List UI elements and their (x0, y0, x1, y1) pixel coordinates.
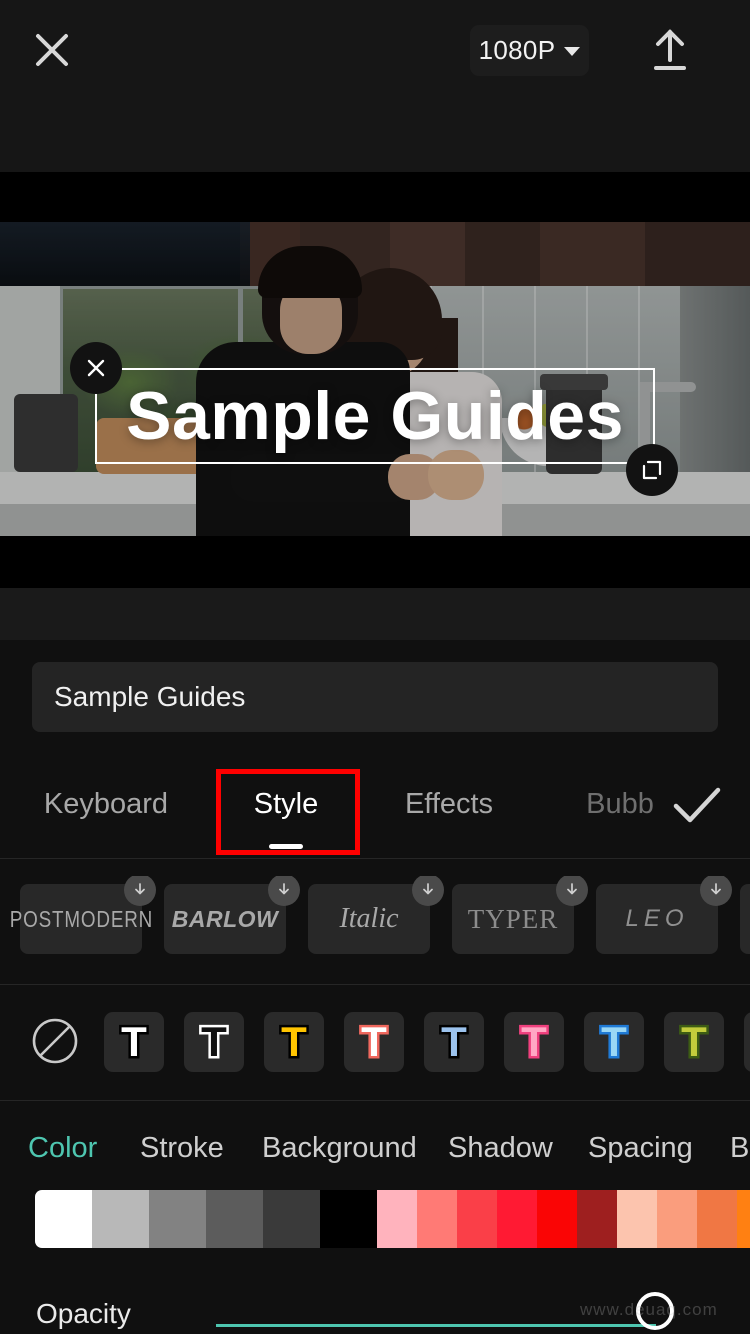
color-swatch[interactable] (206, 1190, 263, 1248)
subtab-color-label: Color (28, 1132, 98, 1164)
font-chip-label: TYPER (467, 903, 559, 934)
preset-black-fill-white-outline[interactable]: T (184, 1012, 244, 1072)
download-icon[interactable] (124, 876, 156, 906)
font-chip-italic[interactable]: Italic (308, 876, 444, 954)
color-swatch[interactable] (737, 1190, 750, 1248)
subtab-background-label: Background (262, 1132, 417, 1164)
download-icon[interactable] (556, 876, 588, 906)
divider-tabs (0, 858, 750, 859)
color-swatch[interactable] (617, 1190, 657, 1248)
top-bar: 1080P (0, 0, 750, 172)
subtab-stroke-label: Stroke (140, 1132, 224, 1164)
preset-t-glyph: T (359, 1018, 390, 1065)
confirm-check-icon[interactable] (668, 780, 726, 832)
preset-t-glyph: T (279, 1018, 310, 1065)
opacity-label: Opacity (36, 1298, 131, 1329)
preset-t-glyph: T (679, 1018, 710, 1065)
color-swatch[interactable] (577, 1190, 617, 1248)
color-swatch[interactable] (377, 1190, 417, 1248)
watermark: www.deuaq.com (580, 1300, 718, 1319)
opacity-slider-track[interactable] (216, 1324, 656, 1327)
subtab-shadow-label: Shadow (448, 1132, 553, 1164)
color-swatch[interactable] (263, 1190, 320, 1248)
font-chip-label: BARLOW (171, 905, 279, 932)
preset-t-glyph: T (199, 1018, 230, 1065)
font-chip-typer[interactable]: TYPER (452, 876, 588, 954)
font-list[interactable]: POSTMODERN BARLOW Italic TYPER LEO (0, 876, 750, 966)
delete-text-handle[interactable] (70, 342, 122, 394)
tab-style-label: Style (253, 787, 319, 820)
preset-t-glyph: T (119, 1018, 150, 1065)
preset-t-glyph: T (439, 1018, 470, 1065)
color-swatch[interactable] (497, 1190, 537, 1248)
font-chip-label: LEO (625, 905, 689, 932)
preset-skyblue-fill-blue-outline[interactable]: T (584, 1012, 644, 1072)
font-chip-leo[interactable]: LEO (596, 876, 732, 954)
font-chip-postmodern[interactable]: POSTMODERN (9, 876, 156, 954)
color-swatch-strip[interactable] (35, 1190, 750, 1248)
chevron-down-icon (564, 47, 581, 56)
font-chip-label: Italic (339, 903, 399, 934)
resolution-label: 1080P (478, 35, 556, 65)
tab-effects[interactable]: Effects (372, 762, 526, 846)
preset-white-fill-black-outline[interactable]: T (104, 1012, 164, 1072)
subtab-color[interactable]: Color (28, 1132, 97, 1165)
color-swatch[interactable] (35, 1190, 92, 1248)
color-swatch[interactable] (92, 1190, 149, 1248)
tab-bubble[interactable]: Bubb (560, 762, 680, 846)
subtab-spacing-label: Spacing (588, 1132, 693, 1164)
subtab-bold-label: B (730, 1132, 750, 1164)
video-frame[interactable]: Sample Guides (0, 222, 750, 536)
text-style-presets[interactable]: T T T T T T T T (0, 1002, 750, 1088)
tab-keyboard-label: Keyboard (43, 787, 169, 820)
preset-yellow-fill-black-outline[interactable]: T (264, 1012, 324, 1072)
preset-next[interactable] (744, 1012, 750, 1072)
editor-tabs: Keyboard Style Effects Bubb (0, 762, 750, 858)
font-chip-barlow[interactable]: BARLOW (164, 876, 300, 954)
divider-fonts (0, 984, 750, 985)
subtab-bold[interactable]: B (730, 1132, 749, 1165)
app-screen: 1080P Sample Guides Sample Guides Keyboa… (0, 0, 750, 1334)
export-upload-icon[interactable] (644, 24, 696, 76)
preset-white-fill-salmon-outline[interactable]: T (344, 1012, 404, 1072)
tab-effects-label: Effects (404, 787, 494, 820)
subtab-shadow[interactable]: Shadow (448, 1132, 553, 1165)
style-subtabs: Color Stroke Background Shadow Spacing B (0, 1118, 750, 1180)
tab-bubble-label: Bubb (586, 787, 654, 820)
preset-pink-fill-magenta-outline[interactable]: T (504, 1012, 564, 1072)
download-icon[interactable] (412, 876, 444, 906)
color-swatch[interactable] (457, 1190, 497, 1248)
subtab-background[interactable]: Background (262, 1132, 417, 1165)
tab-active-underline (269, 844, 303, 849)
font-chip-next[interactable] (740, 884, 750, 954)
preset-t-glyph: T (599, 1018, 630, 1065)
divider-presets (0, 1100, 750, 1101)
no-style-icon[interactable] (30, 1016, 80, 1066)
color-swatch[interactable] (657, 1190, 697, 1248)
font-chip-label: POSTMODERN (9, 905, 153, 932)
color-swatch[interactable] (149, 1190, 206, 1248)
tab-style[interactable]: Style (222, 762, 350, 846)
preset-lime-fill-green-outline[interactable]: T (664, 1012, 724, 1072)
color-swatch[interactable] (537, 1190, 577, 1248)
preset-t-glyph: T (519, 1018, 550, 1065)
color-swatch[interactable] (320, 1190, 377, 1248)
tab-keyboard[interactable]: Keyboard (20, 762, 192, 846)
text-input[interactable]: Sample Guides (32, 662, 718, 732)
download-icon[interactable] (268, 876, 300, 906)
color-swatch[interactable] (417, 1190, 457, 1248)
text-input-value: Sample Guides (54, 681, 246, 712)
resolution-selector[interactable]: 1080P (470, 25, 589, 76)
download-icon[interactable] (700, 876, 732, 906)
resize-corner-icon[interactable] (626, 444, 678, 496)
overlay-text[interactable]: Sample Guides (95, 362, 655, 470)
color-swatch[interactable] (697, 1190, 737, 1248)
subtab-stroke[interactable]: Stroke (140, 1132, 224, 1165)
panel-top-strip (0, 588, 750, 640)
subtab-spacing[interactable]: Spacing (588, 1132, 693, 1165)
video-preview[interactable]: Sample Guides (0, 172, 750, 588)
close-icon[interactable] (26, 24, 78, 76)
preset-lightblue-fill-black-outline[interactable]: T (424, 1012, 484, 1072)
